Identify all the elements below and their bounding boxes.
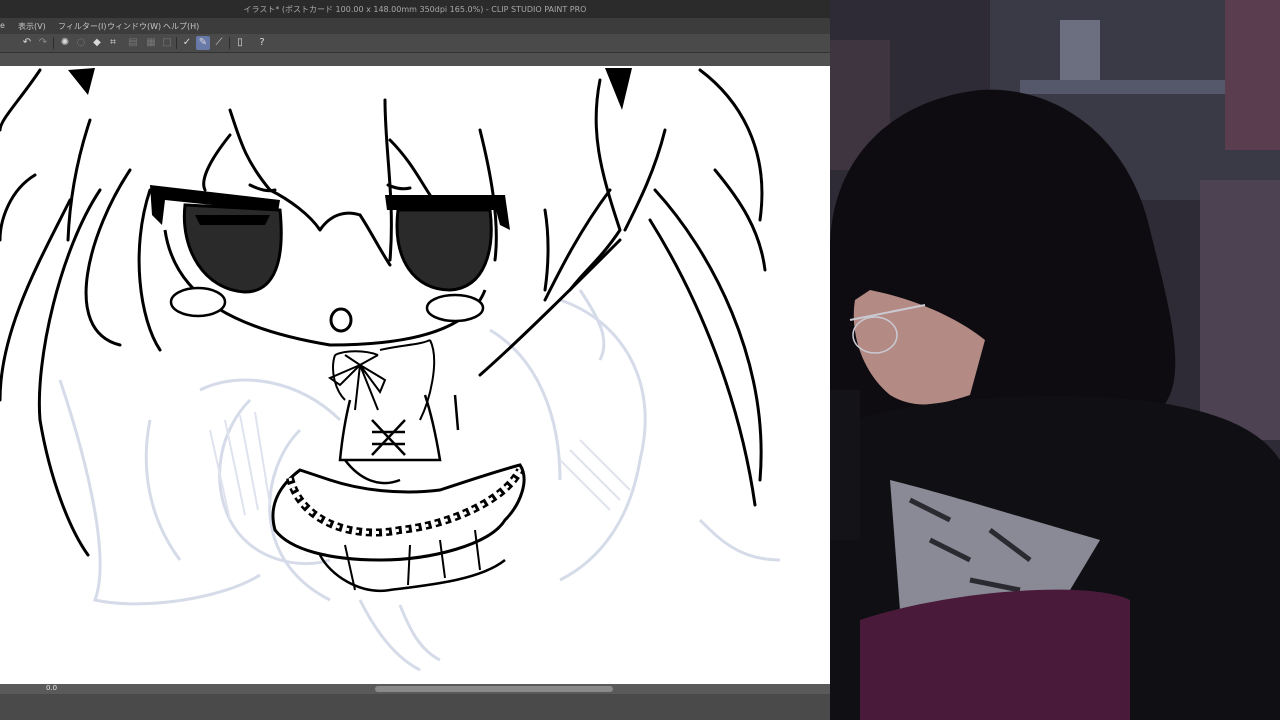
disabled-tool-icon-3[interactable]: □ (160, 36, 174, 50)
file-icon[interactable]: ▯ (233, 36, 247, 50)
chibi-drawing (0, 68, 781, 672)
help-icon[interactable]: ? (255, 36, 269, 50)
erase-selection-icon[interactable]: ◌ (74, 36, 88, 50)
bottom-panel (0, 694, 830, 720)
redo-icon[interactable]: ↷ (36, 36, 50, 50)
command-bar: ↶ ↷ ✺ ◌ ◆ ⌗ ▤ ▦ □ ✓ ✎ ⟋ ▯ ? (0, 34, 830, 53)
undo-icon[interactable]: ↶ (20, 36, 34, 50)
drawing-canvas[interactable] (0, 66, 830, 684)
chair (860, 589, 1130, 720)
menu-view[interactable]: 表示(V) (18, 21, 46, 32)
toolbar-divider (53, 37, 54, 49)
clear-selection-icon[interactable]: ✺ (58, 36, 72, 50)
horizontal-scrollbar[interactable] (375, 686, 613, 692)
pen-active-icon[interactable]: ✎ (196, 36, 210, 50)
tool-property-strip (0, 53, 830, 66)
right-ear-tuft (605, 68, 632, 110)
right-eye (395, 208, 493, 292)
pen-check-icon[interactable]: ✓ (180, 36, 194, 50)
window-title: イラスト* (ポストカード 100.00 x 148.00mm 350dpi 1… (243, 5, 587, 14)
microphone (830, 390, 860, 540)
menu-window[interactable]: ウィンドウ(W) (107, 21, 161, 32)
left-blush (169, 286, 227, 318)
right-blush (425, 293, 485, 323)
toolbar-divider-2 (176, 37, 177, 49)
ribbon-collar (327, 339, 436, 421)
left-ear-tuft (68, 68, 95, 95)
clip-studio-window: イラスト* (ポストカード 100.00 x 148.00mm 350dpi 1… (0, 0, 830, 720)
disabled-tool-icon-2[interactable]: ▦ (144, 36, 158, 50)
bodice (338, 394, 460, 485)
menu-filter[interactable]: フィルター(I) (58, 21, 106, 32)
title-bar: イラスト* (ポストカード 100.00 x 148.00mm 350dpi 1… (0, 0, 830, 18)
zoom-readout: 0.0 (46, 684, 58, 692)
webcam-scene (830, 0, 1280, 720)
menu-help[interactable]: ヘルプ(H) (163, 21, 199, 32)
rough-sketch-layer (58, 289, 781, 672)
toolbar-divider-3 (229, 37, 230, 49)
left-eye (182, 203, 283, 294)
mouth (329, 307, 353, 333)
disabled-tool-icon[interactable]: ▤ (126, 36, 140, 50)
skirt (271, 463, 526, 593)
menu-bar: e 表示(V) フィルター(I) ウィンドウ(W) ヘルプ(H) (0, 18, 830, 34)
transform-icon[interactable]: ⌗ (106, 36, 120, 50)
menu-left-edge: e (0, 21, 5, 30)
webcam-feed (830, 0, 1280, 720)
ruler-pen-icon[interactable]: ⟋ (212, 36, 226, 50)
fill-icon[interactable]: ◆ (90, 36, 104, 50)
